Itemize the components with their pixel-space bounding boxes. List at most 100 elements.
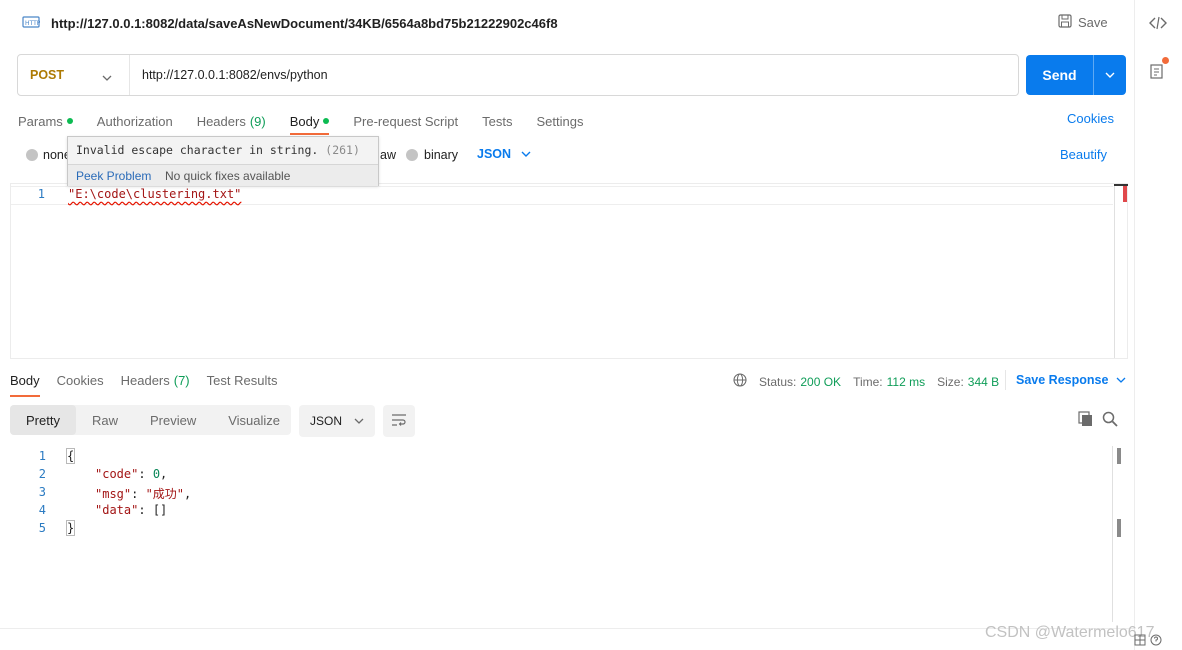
tab-response-headers[interactable]: Headers (7): [121, 373, 190, 388]
view-visualize[interactable]: Visualize: [212, 405, 296, 435]
line-number: 2: [38, 467, 46, 481]
document-icon[interactable]: [1150, 62, 1166, 80]
request-body-editor[interactable]: 1 "E:\code\clustering.txt": [10, 183, 1128, 359]
json-close-brace: }: [65, 520, 76, 536]
wrap-lines-icon: [391, 413, 407, 430]
body-dot: [323, 118, 330, 124]
save-response-label: Save Response: [1016, 373, 1109, 387]
tab-response-body[interactable]: Body: [10, 373, 40, 397]
size-value: 344 B: [967, 374, 1000, 389]
response-headers-count: (7): [173, 373, 190, 388]
copy-icon[interactable]: [1078, 411, 1094, 430]
response-scrollbar[interactable]: [1112, 446, 1113, 622]
size-label: Size:: [937, 374, 964, 389]
send-button[interactable]: Send: [1026, 55, 1126, 95]
scroll-marker: [1117, 519, 1121, 537]
tooltip-actions: Peek Problem No quick fixes available: [68, 164, 378, 186]
json-line: }: [65, 520, 76, 536]
save-label: Save: [1078, 15, 1108, 30]
body-type-none[interactable]: none: [26, 148, 71, 162]
line-number: 1: [38, 449, 46, 463]
tab-body[interactable]: Body: [289, 111, 330, 135]
json-key: "msg": [95, 487, 132, 501]
response-format-select[interactable]: JSON: [299, 405, 375, 437]
chevron-down-icon: [1116, 373, 1126, 387]
json-line: "msg": "成功",: [95, 487, 192, 501]
json-value: "成功": [145, 487, 185, 501]
view-raw[interactable]: Raw: [76, 405, 134, 435]
tab-params[interactable]: Params: [18, 111, 73, 131]
status-label: Status:: [759, 374, 797, 389]
radio-none[interactable]: [26, 149, 38, 161]
scroll-marker: [1117, 448, 1121, 464]
tab-label: Test Results: [206, 373, 278, 388]
tooltip-message: Invalid escape character in string.: [76, 143, 319, 157]
url-input[interactable]: [130, 55, 1018, 95]
json-line: "data": []: [95, 503, 168, 517]
chevron-down-icon: [102, 71, 112, 85]
json-line: {: [65, 448, 76, 464]
chevron-down-icon: [354, 414, 364, 428]
response-meta: Status: 200 OK Time: 112 ms Size: 344 B: [733, 373, 999, 390]
radio-binary[interactable]: [406, 149, 418, 161]
line-number: 5: [38, 521, 46, 535]
code-icon[interactable]: [1148, 14, 1168, 32]
tab-settings[interactable]: Settings: [536, 111, 583, 131]
response-format-label: JSON: [310, 414, 343, 428]
method-select[interactable]: POST: [18, 55, 130, 95]
tab-label: Cookies: [56, 373, 104, 388]
globe-icon[interactable]: [733, 373, 747, 390]
tab-label: Headers: [120, 373, 170, 388]
tab-tests[interactable]: Tests: [482, 111, 512, 131]
help-icon[interactable]: [1150, 634, 1162, 649]
wrap-lines-button[interactable]: [383, 405, 415, 437]
json-key: "data": [95, 503, 139, 517]
tab-label: Authorization: [96, 113, 173, 129]
time-value: 112 ms: [886, 374, 926, 389]
view-pretty[interactable]: Pretty: [10, 405, 76, 435]
cookies-link[interactable]: Cookies: [1067, 111, 1114, 126]
send-label: Send: [1042, 67, 1077, 83]
svg-text:HTTP: HTTP: [25, 20, 40, 27]
grid-icon[interactable]: [1134, 634, 1146, 649]
tab-headers[interactable]: Headers (9): [197, 111, 266, 131]
url-bar: POST: [17, 54, 1019, 96]
tab-label: Tests: [482, 113, 513, 129]
request-body-text[interactable]: "E:\code\clustering.txt": [68, 187, 241, 201]
tab-label: Settings: [536, 113, 584, 129]
tab-label: Headers: [196, 113, 246, 129]
save-button[interactable]: Save: [1058, 14, 1108, 31]
tooltip-message-line: Invalid escape character in string. (261…: [76, 143, 360, 157]
right-sidebar: [1134, 0, 1182, 650]
headers-count: (9): [249, 113, 266, 129]
method-label: POST: [30, 68, 65, 82]
body-type-raw-label[interactable]: aw: [380, 148, 396, 162]
view-preview[interactable]: Preview: [134, 405, 212, 435]
beautify-link[interactable]: Beautify: [1060, 147, 1107, 162]
body-type-binary-label: binary: [424, 148, 459, 162]
editor-scrollbar[interactable]: [1114, 184, 1115, 358]
time-label: Time:: [853, 374, 883, 389]
line-number: 1: [37, 187, 45, 201]
peek-problem-link[interactable]: Peek Problem: [76, 169, 151, 183]
chevron-down-icon[interactable]: [1094, 71, 1126, 79]
save-response-button[interactable]: Save Response: [1016, 373, 1126, 387]
json-key: "code": [95, 467, 139, 481]
divider: [1005, 370, 1006, 390]
response-view-toggle: Pretty Raw Preview Visualize: [10, 405, 291, 435]
body-type-binary[interactable]: binary: [406, 148, 458, 162]
body-format-select[interactable]: JSON: [477, 147, 531, 161]
search-icon[interactable]: [1102, 411, 1118, 430]
tab-response-cookies[interactable]: Cookies: [57, 373, 104, 388]
footer-icons: [1134, 634, 1162, 649]
error-marker: [1123, 186, 1127, 202]
response-body-editor[interactable]: 1 2 3 4 5 { "code": 0, "msg": "成功", "dat…: [10, 446, 1112, 622]
tab-label: Body: [289, 113, 320, 129]
tab-authorization[interactable]: Authorization: [97, 111, 173, 131]
json-value: 0: [152, 467, 161, 481]
json-line: "code": 0,: [95, 467, 168, 481]
tab-pre-request-script[interactable]: Pre-request Script: [353, 111, 458, 131]
tab-label: Body: [10, 373, 40, 388]
tab-test-results[interactable]: Test Results: [207, 373, 278, 388]
watermark: CSDN @Watermelo617: [985, 624, 1155, 641]
